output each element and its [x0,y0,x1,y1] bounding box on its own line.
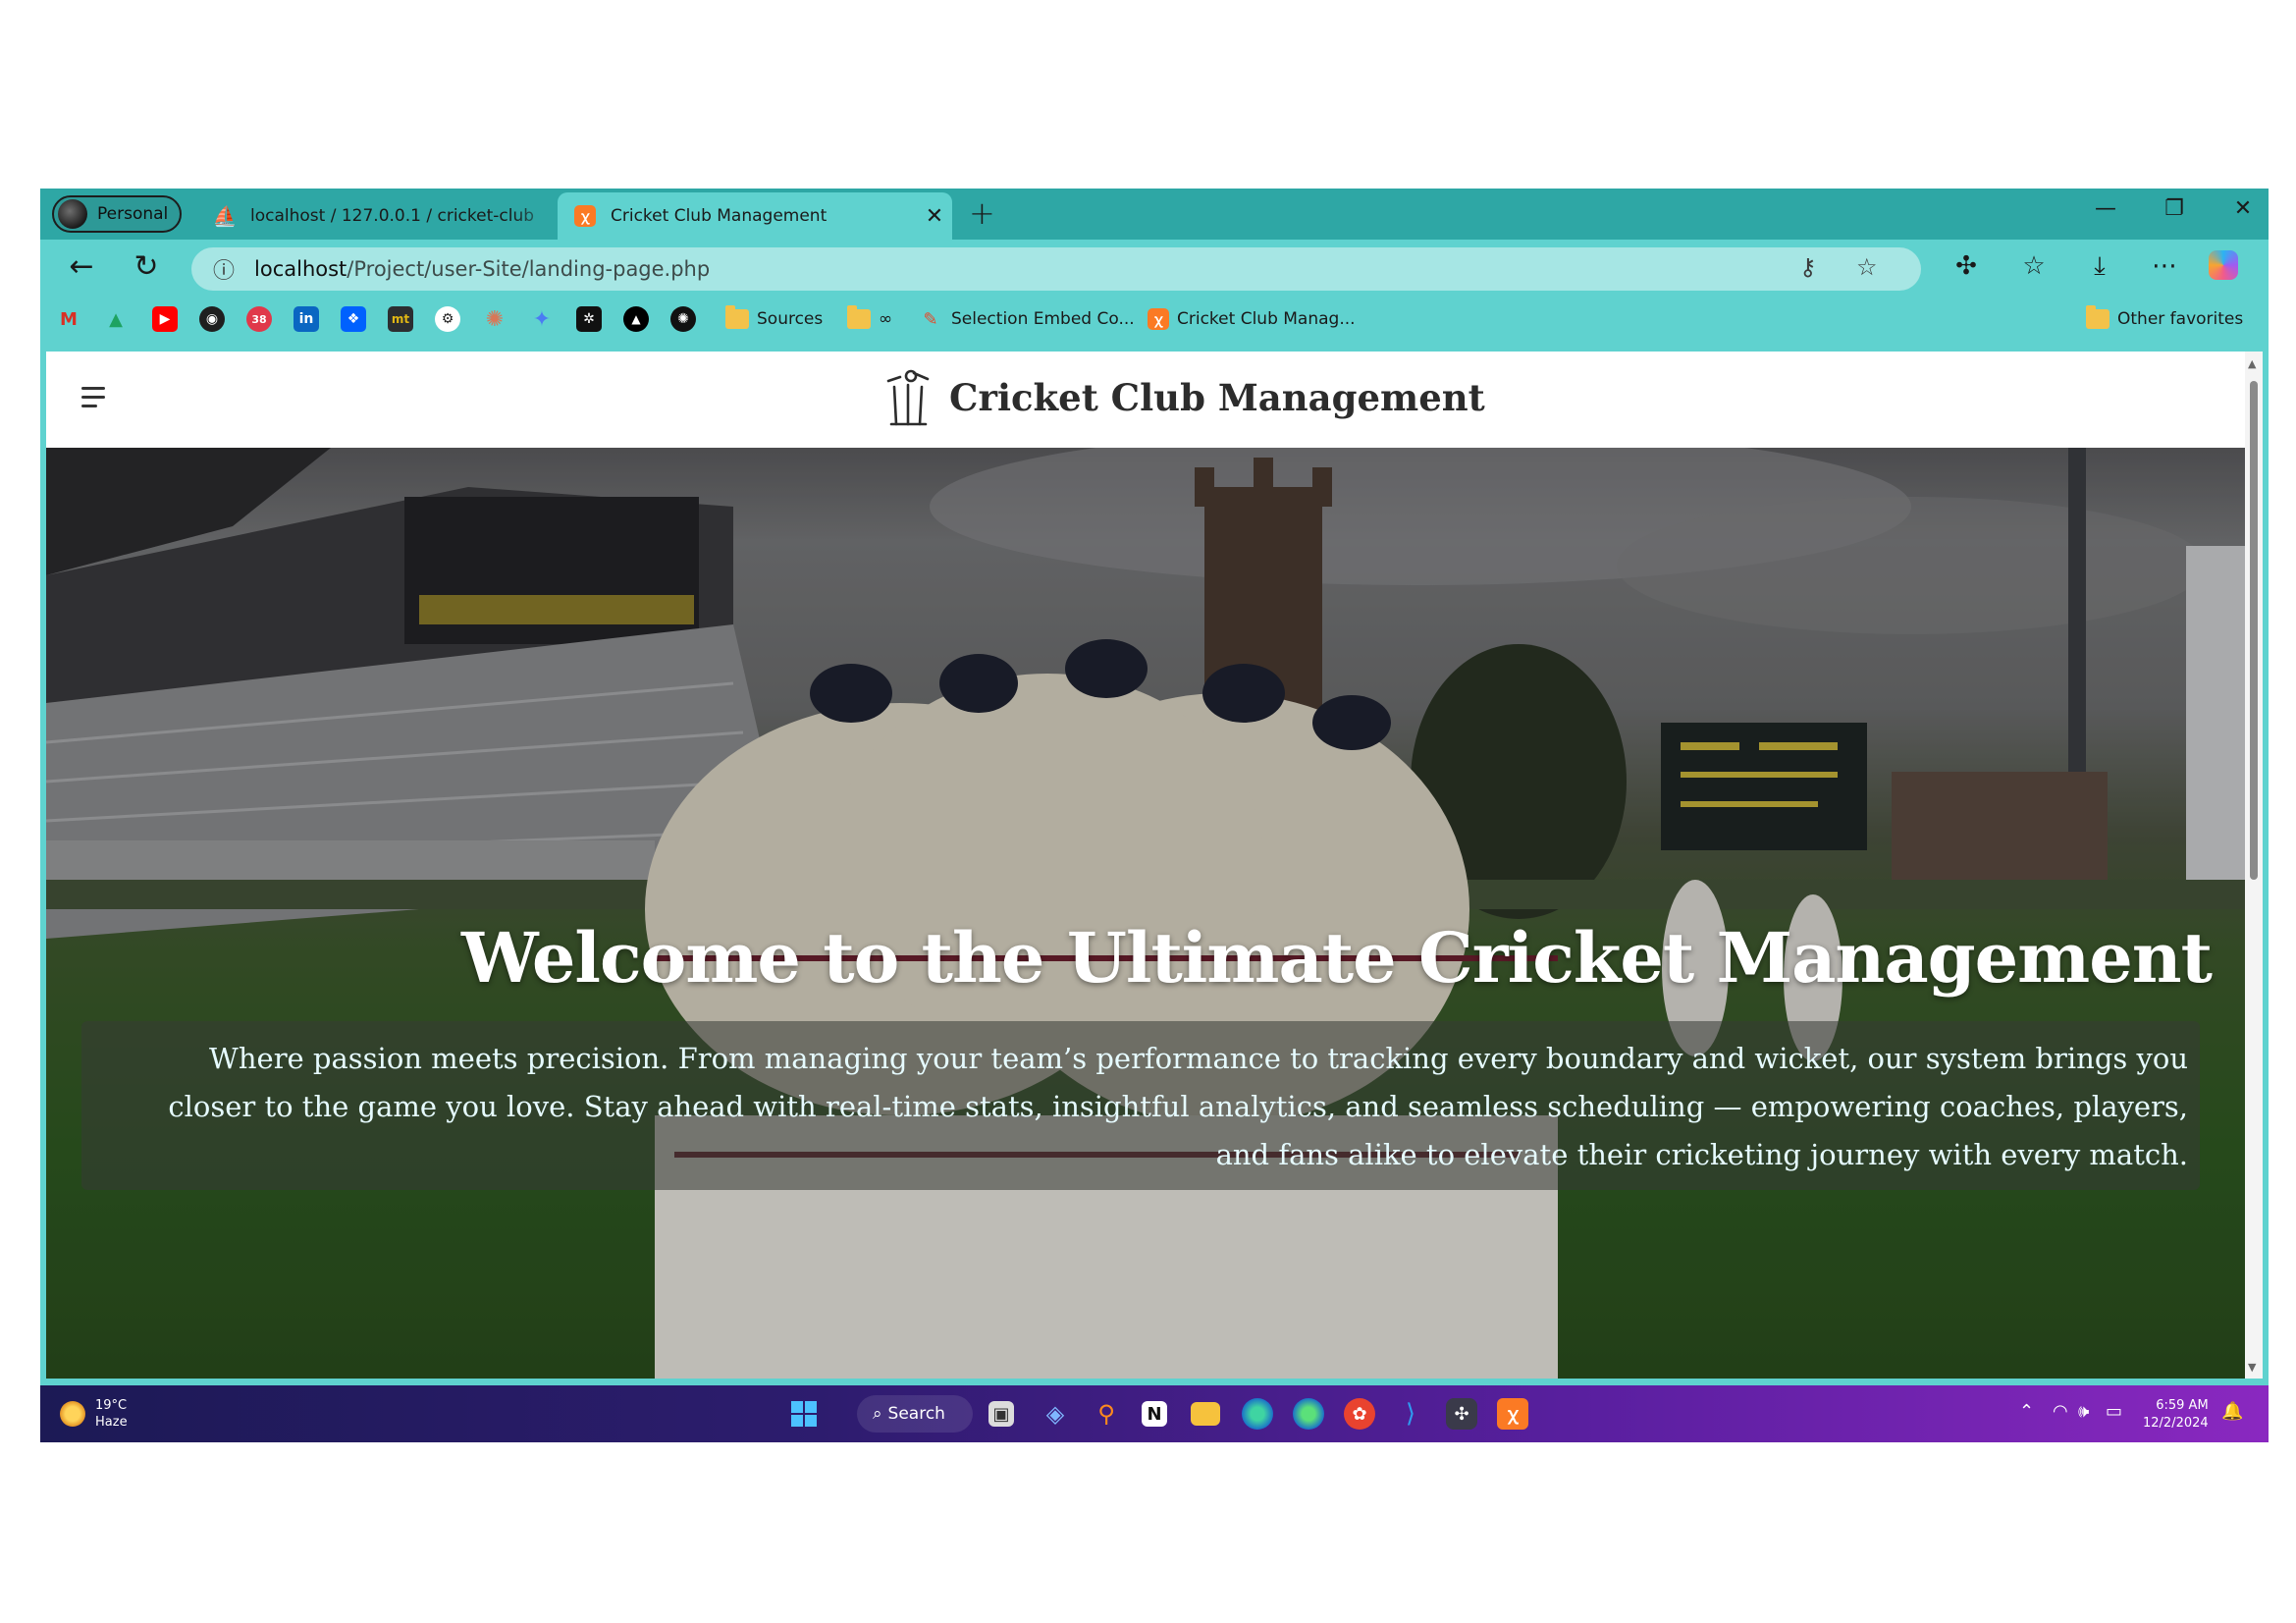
folder-icon [2086,305,2109,329]
tab-cricket-club[interactable]: ꭓ Cricket Club Management ✕ [558,192,952,240]
davinci-icon[interactable]: ✣ [1446,1398,1477,1430]
back-arrow-icon[interactable]: ← [62,249,101,284]
notion-icon[interactable]: N [1142,1401,1167,1427]
ubuntu-icon[interactable]: ✿ [1344,1398,1375,1430]
hero-background-image [46,448,2245,1379]
hero-title: Welcome to the Ultimate Cricket Manageme… [460,917,2213,999]
hero-section: Welcome to the Ultimate Cricket Manageme… [46,448,2245,1379]
github-icon[interactable]: ◉ [199,306,225,332]
page-scrollbar[interactable]: ▲ ▼ [2245,352,2263,1379]
xampp-icon: ꭓ [573,204,597,228]
avatar [58,199,87,229]
tab-phpmyadmin[interactable]: ⛵ localhost / 127.0.0.1 / cricket-club ✕ [197,192,594,240]
refresh-icon[interactable]: ↻ [127,249,166,284]
taskbar: 19°C Haze ⌕ Search ▣ ◈ ⚲ N ✿ ⟩ ✣ ꭓ ⌃ ◠ 🕪… [40,1385,2269,1442]
weather-condition: Haze [95,1415,128,1430]
extensions-icon[interactable]: ✣ [1947,251,1986,281]
battery-icon[interactable]: ▭ [2106,1401,2122,1422]
key-icon[interactable]: ⚷ [1799,253,1817,281]
phpmyadmin-icon: ⛵ [212,204,238,228]
cricket-stumps-icon [886,369,930,426]
gemini-icon[interactable]: ✦ [529,306,555,332]
favorite-star-icon[interactable]: ☆ [1856,253,1878,281]
site-info-icon[interactable]: ⓘ [213,253,235,285]
downloads-icon[interactable]: ⤓ [2080,251,2119,282]
folder-icon [725,305,749,329]
volume-icon[interactable]: 🕪 [2078,1401,2089,1422]
gmail-icon[interactable]: M [56,306,81,332]
bookmark-folder-sources[interactable]: Sources [725,305,823,332]
minimize-button[interactable]: — [2086,196,2125,221]
task-view-icon[interactable]: ▣ [988,1401,1014,1427]
edge-icon[interactable] [1242,1398,1273,1430]
bookmark-selection-embed[interactable]: ✎ Selection Embed Co... [918,306,1134,332]
perplexity-icon[interactable]: ✲ [576,306,602,332]
vscode-icon[interactable]: ⟩ [1395,1398,1426,1430]
clock-time: 6:59 AM [2156,1398,2209,1413]
weather-temp: 19°C [95,1398,128,1413]
search-icon: ⌕ [873,1404,882,1424]
site-brand[interactable]: Cricket Club Management [884,367,1485,428]
profile-label: Personal [97,204,169,224]
google-drive-icon[interactable]: ▲ [103,306,129,332]
monkeytype-icon[interactable]: mt [388,306,413,332]
chatgpt-icon[interactable]: ⚙ [435,306,460,332]
address-bar[interactable]: ⓘ localhost /Project/user-Site/landing-p… [191,247,1921,291]
weather-sun-icon [60,1401,85,1427]
close-tab-icon[interactable]: ✕ [917,204,952,229]
folder-icon [847,305,871,329]
brand-title: Cricket Club Management [949,376,1485,419]
bookmarks-bar: M ▲ ▶ ◉ 38 in ❖ mt ⚙ ✺ ✦ ✲ ▲ ✺ Sources ∞… [40,297,2269,342]
file-explorer-icon[interactable] [1191,1402,1220,1426]
search-label: Search [887,1404,945,1424]
scrollbar-thumb[interactable] [2250,381,2258,880]
favorites-icon[interactable]: ☆ [2014,251,2054,281]
url-path: /Project/user-Site/landing-page.php [347,257,711,281]
scroll-down-icon[interactable]: ▼ [2248,1361,2256,1374]
tab-bar: Personal ⛵ localhost / 127.0.0.1 / crick… [40,189,2269,240]
copilot-icon[interactable] [2204,250,2243,287]
weather-widget[interactable]: 19°C Haze [60,1397,128,1431]
bookmark-cricket-club[interactable]: ꭓ Cricket Club Manag... [1148,306,1356,332]
chevron-up-icon[interactable]: ⌃ [2019,1401,2034,1422]
browser-window: Personal ⛵ localhost / 127.0.0.1 / crick… [40,189,2269,1442]
more-options-icon[interactable]: ⋯ [2145,251,2184,281]
linkedin-icon[interactable]: in [294,306,319,332]
taskbar-search[interactable]: ⌕ Search [857,1395,973,1433]
openai-icon[interactable]: ✺ [670,306,696,332]
windows-start-icon[interactable] [788,1398,820,1430]
vercel-icon[interactable]: ▲ [623,306,649,332]
clock-date: 12/2/2024 [2143,1416,2209,1431]
url-host: localhost [254,257,347,281]
wifi-icon[interactable]: ◠ [2053,1401,2068,1422]
menu-icon[interactable] [81,387,107,413]
tab-title: Cricket Club Management [611,206,828,226]
youtube-icon[interactable]: ▶ [152,306,178,332]
other-favorites-folder[interactable]: Other favorites [2086,305,2243,332]
search-app-icon[interactable]: ⚲ [1091,1398,1122,1430]
bookmark-folder-infinity[interactable]: ∞ [847,305,892,332]
edge-dev-icon[interactable] [1293,1398,1324,1430]
scroll-up-icon[interactable]: ▲ [2248,357,2256,370]
navigation-bar: ← ↻ ⓘ localhost /Project/user-Site/landi… [40,240,2269,297]
notification-bell-icon[interactable]: 🔔 [2221,1401,2243,1422]
close-window-button[interactable]: ✕ [2223,196,2263,221]
restore-button[interactable]: ❐ [2155,196,2194,221]
page-viewport: Cricket Club Management Welcome to the U… [46,352,2263,1379]
new-tab-button[interactable]: + [969,194,995,232]
copilot-app-icon[interactable]: ◈ [1040,1398,1071,1430]
hero-description: Where passion meets precision. From mana… [81,1021,2200,1190]
clock[interactable]: 6:59 AM 12/2/2024 [2143,1397,2209,1433]
xampp-taskbar-icon[interactable]: ꭓ [1497,1398,1528,1430]
site-header: Cricket Club Management [46,352,2245,448]
dropbox-icon[interactable]: ❖ [341,306,366,332]
tab-title: localhost / 127.0.0.1 / cricket-club [250,206,535,226]
calendar-icon[interactable]: 38 [246,306,272,332]
claude-icon[interactable]: ✺ [482,306,507,332]
profile-button[interactable]: Personal [52,195,182,233]
